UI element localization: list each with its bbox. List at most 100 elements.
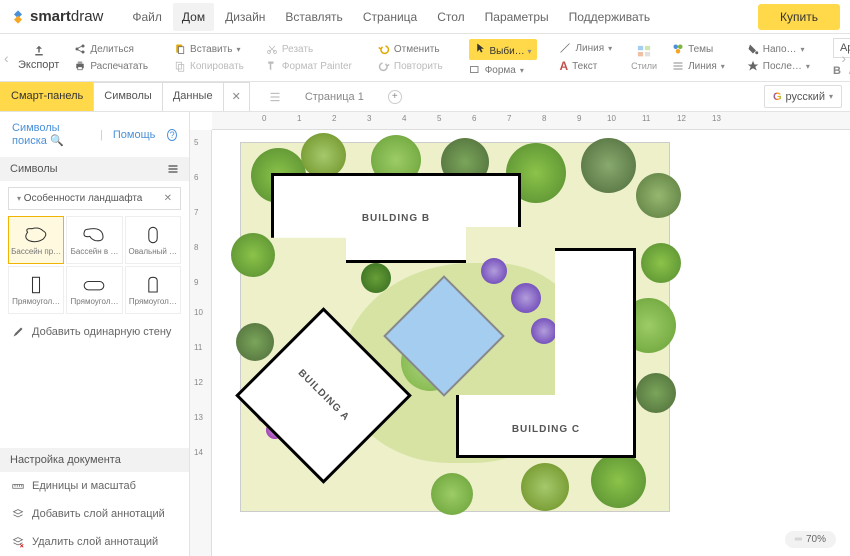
tree[interactable] <box>431 473 473 515</box>
tree[interactable] <box>641 243 681 283</box>
tree[interactable] <box>581 138 636 193</box>
cut-button[interactable]: Резать <box>263 42 355 56</box>
help-link[interactable]: Помощь <box>113 129 156 141</box>
shape-label: Прямоугол… <box>129 297 177 306</box>
buy-button[interactable]: Купить <box>758 4 840 30</box>
tree[interactable] <box>521 463 569 511</box>
select-tool[interactable]: Выби… ▾ <box>466 38 541 61</box>
ruler-horizontal: 012345678910111213 <box>212 112 850 130</box>
ribbon: ‹ Экспорт Делиться Распечатать Вставить▾… <box>0 34 850 82</box>
format-painter-label: Формат Painter <box>282 61 352 72</box>
menu-insert[interactable]: Вставлять <box>276 3 351 31</box>
shape-pool-kidney[interactable]: Бассейн в … <box>66 216 122 264</box>
logo-icon <box>10 9 26 25</box>
sidebar-links: Символы поиска 🔍 | Помощь ? <box>0 112 189 157</box>
zoom-indicator[interactable]: ═ 70% <box>785 531 836 548</box>
menu-file[interactable]: Файл <box>123 3 171 31</box>
ribbon-nav-left[interactable]: ‹ <box>2 50 11 66</box>
shape-rect-3[interactable]: Прямоугол… <box>125 266 181 314</box>
format-painter-button[interactable]: Формат Painter <box>263 59 355 73</box>
menu-support[interactable]: Поддерживать <box>560 3 660 31</box>
flower[interactable] <box>511 283 541 313</box>
tab-smartpanel[interactable]: Смарт-панель <box>0 82 94 111</box>
logo-text: smartdraw <box>30 8 103 25</box>
tab-data[interactable]: Данные <box>162 82 224 111</box>
search-icon: 🔍 <box>50 135 64 147</box>
shape-tool[interactable]: Форма▾ <box>466 64 541 78</box>
ribbon-nav-right[interactable]: › <box>839 50 848 66</box>
shape-pool-freeform[interactable]: Бассейн пр… <box>8 216 64 264</box>
copy-icon <box>174 60 186 72</box>
outline-icon[interactable] <box>269 91 281 103</box>
ruler-vertical: 567891011121314 <box>190 130 212 556</box>
menu-table[interactable]: Стол <box>428 3 473 31</box>
tab-symbols[interactable]: Символы <box>93 82 163 111</box>
shape-rect-1[interactable]: Прямоугол… <box>8 266 64 314</box>
effects-button[interactable]: После…▾ <box>744 59 813 73</box>
symbol-panel-header[interactable]: ▾ Особенности ландшафта ✕ <box>8 187 181 210</box>
flower[interactable] <box>481 258 507 284</box>
undo-button[interactable]: Отменить <box>375 42 446 56</box>
language-value: русский <box>786 91 825 103</box>
units-scale-button[interactable]: Единицы и масштаб <box>0 472 189 500</box>
canvas[interactable]: 012345678910111213 567891011121314 <box>190 112 850 556</box>
help-icon[interactable]: ? <box>167 129 177 141</box>
language-selector[interactable]: G русский ▾ <box>764 85 842 108</box>
export-button[interactable]: Экспорт <box>14 43 63 73</box>
menu-page[interactable]: Страница <box>354 3 426 31</box>
shape-icon <box>469 65 481 77</box>
main-area: Символы поиска 🔍 | Помощь ? Символы ▾ Ос… <box>0 112 850 556</box>
shape-label: Прямоугол… <box>71 297 119 306</box>
line-tool[interactable]: Линия▾ <box>556 41 615 55</box>
line-style-button[interactable]: Линия▾ <box>669 59 728 73</box>
menu-options[interactable]: Параметры <box>476 3 558 31</box>
undo-label: Отменить <box>394 44 440 55</box>
themes-button[interactable]: Темы <box>669 42 728 56</box>
tab-close[interactable]: ✕ <box>223 82 250 111</box>
menu-icon[interactable] <box>167 163 179 175</box>
tree[interactable] <box>231 233 275 277</box>
flower[interactable] <box>531 318 557 344</box>
line-icon <box>559 42 571 54</box>
panel-close-icon[interactable]: ✕ <box>164 193 172 204</box>
search-symbols-link[interactable]: Символы поиска 🔍 <box>12 122 90 147</box>
app-logo: smartdraw <box>10 8 103 25</box>
tree[interactable] <box>301 133 346 178</box>
tree[interactable] <box>591 453 646 508</box>
add-wall-button[interactable]: Добавить одинарную стену <box>0 318 189 346</box>
copy-button[interactable]: Копировать <box>171 59 247 73</box>
shape-oval[interactable]: Овальный … <box>125 216 181 264</box>
tree[interactable] <box>636 373 676 413</box>
tree[interactable] <box>361 263 391 293</box>
print-button[interactable]: Распечатать <box>71 59 151 73</box>
share-button[interactable]: Делиться <box>71 42 151 56</box>
drawing-page[interactable]: BUILDING B BUILDING A BUILDING C <box>240 142 670 512</box>
print-icon <box>74 60 86 72</box>
undo-icon <box>378 43 390 55</box>
layers-add-icon <box>12 508 24 520</box>
bold-button[interactable]: B <box>833 65 841 77</box>
redo-button[interactable]: Повторить <box>375 59 446 73</box>
paste-icon <box>174 43 186 55</box>
fill-button[interactable]: Напо…▾ <box>744 42 813 56</box>
fill-icon <box>747 43 759 55</box>
text-tool[interactable]: AТекст <box>556 58 615 74</box>
menu-home[interactable]: Дом <box>173 3 214 31</box>
menu-items: Файл Дом Дизайн Вставлять Страница Стол … <box>123 3 659 31</box>
add-annotation-button[interactable]: Добавить слой аннотаций <box>0 500 189 528</box>
themes-label: Темы <box>688 44 713 55</box>
styles-button[interactable]: Стили <box>627 43 661 73</box>
paste-button[interactable]: Вставить▾ <box>171 42 247 56</box>
menu-design[interactable]: Дизайн <box>216 3 274 31</box>
shape-rect-2[interactable]: Прямоугол… <box>66 266 122 314</box>
add-page-button[interactable]: + <box>388 90 402 104</box>
tree[interactable] <box>236 323 274 361</box>
tree[interactable] <box>636 173 681 218</box>
shape-label: Бассейн в … <box>71 247 119 256</box>
cut-label: Резать <box>282 44 313 55</box>
google-g-icon: G <box>773 91 782 103</box>
delete-annotation-button[interactable]: Удалить слой аннотаций <box>0 528 189 556</box>
page-tab-1[interactable]: Страница 1 <box>295 85 374 109</box>
building-b[interactable]: BUILDING B <box>271 173 521 263</box>
fill-label: Напо… <box>763 44 797 55</box>
